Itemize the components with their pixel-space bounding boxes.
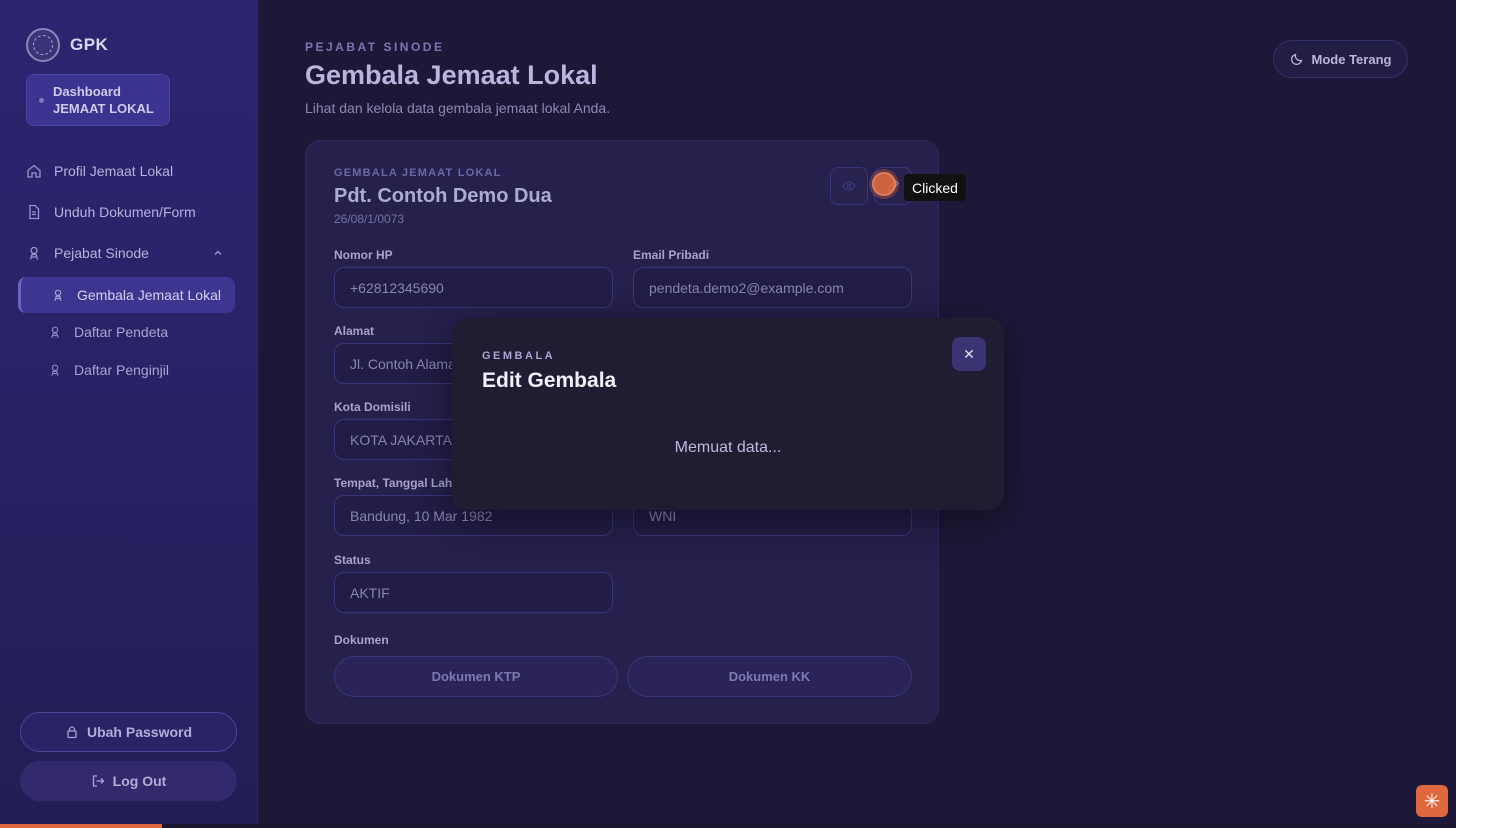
page-eyebrow: PEJABAT SINODE	[305, 40, 445, 54]
sidebar: GPK Dashboard JEMAAT LOKAL Profil Jemaat…	[0, 0, 258, 828]
progress-fill	[0, 824, 162, 828]
phone-field[interactable]: +62812345690	[334, 267, 613, 308]
document-icon	[29, 204, 40, 220]
logout-label: Log Out	[112, 773, 167, 789]
page-title: Gembala Jemaat Lokal	[305, 60, 598, 90]
view-button[interactable]	[830, 167, 868, 205]
doc-kk-button[interactable]: Dokumen KK	[627, 656, 912, 697]
logout-icon	[92, 775, 105, 787]
sidebar-subitem-gembala[interactable]: Gembala Jemaat Lokal	[18, 277, 235, 313]
moon-icon	[1290, 53, 1302, 66]
brand-name: GPK	[70, 35, 109, 54]
chevron-up-icon[interactable]	[212, 247, 224, 259]
user-badge-icon	[51, 326, 59, 338]
close-button[interactable]: ✕	[952, 337, 986, 371]
sidebar-item-label: Pejabat Sinode	[54, 245, 149, 261]
email-label: Email Pribadi	[633, 248, 710, 262]
sparkle-icon[interactable]: ✳	[1416, 785, 1448, 817]
status-label: Status	[334, 553, 371, 567]
logout-button[interactable]: Log Out	[20, 761, 237, 801]
app-viewport: GPK Dashboard JEMAAT LOKAL Profil Jemaat…	[0, 0, 1456, 828]
change-password-button[interactable]: Ubah Password	[20, 712, 237, 752]
theme-toggle-button[interactable]: Mode Terang	[1273, 40, 1408, 78]
close-icon: ✕	[963, 345, 975, 362]
sidebar-item-unduh[interactable]: Unduh Dokumen/Form	[26, 200, 196, 224]
documents-label: Dokumen	[334, 633, 389, 647]
gembala-code: 26/08/1/0073	[334, 212, 405, 226]
lock-icon	[67, 726, 77, 739]
modal-eyebrow: GEMBALA	[482, 350, 556, 362]
sidebar-subitem-label: Gembala Jemaat Lokal	[77, 287, 221, 303]
sidebar-subitem-pendeta[interactable]: Daftar Pendeta	[48, 321, 168, 343]
user-badge-icon	[51, 364, 59, 376]
loading-progress-bar	[0, 824, 1456, 828]
phone-label: Nomor HP	[334, 248, 393, 262]
user-badge-icon	[29, 246, 39, 260]
city-label: Kota Domisili	[334, 400, 411, 414]
dashboard-button[interactable]: Dashboard JEMAAT LOKAL	[26, 74, 170, 126]
sidebar-subitem-penginjil[interactable]: Daftar Penginjil	[48, 359, 169, 381]
sidebar-item-label: Profil Jemaat Lokal	[54, 163, 174, 179]
birth-label: Tempat, Tanggal Lahi	[334, 476, 456, 490]
dashboard-label: Dashboard	[53, 84, 121, 99]
sidebar-item-profil[interactable]: Profil Jemaat Lokal	[26, 159, 173, 183]
doc-ktp-button[interactable]: Dokumen KTP	[334, 656, 618, 697]
sidebar-subitem-label: Daftar Penginjil	[74, 362, 169, 378]
page-subtitle: Lihat dan kelola data gembala jemaat lok…	[305, 100, 611, 116]
address-label: Alamat	[334, 324, 375, 338]
edit-gembala-modal: GEMBALA Edit Gembala ✕ Memuat data...	[452, 318, 1004, 510]
brand[interactable]: GPK	[26, 28, 108, 62]
loading-text: Memuat data...	[674, 439, 782, 456]
status-field[interactable]: AKTIF	[334, 572, 613, 613]
sidebar-subitem-label: Daftar Pendeta	[74, 324, 169, 340]
email-field[interactable]: pendeta.demo2@example.com	[633, 267, 912, 308]
click-indicator	[872, 172, 896, 196]
user-badge-icon	[54, 289, 62, 301]
dot-icon	[39, 98, 44, 103]
gembala-name: Pdt. Contoh Demo Dua	[334, 185, 552, 207]
eye-icon	[842, 181, 856, 191]
card-eyebrow: GEMBALA JEMAAT LOKAL	[334, 167, 502, 179]
sidebar-item-label: Unduh Dokumen/Form	[54, 204, 196, 220]
change-password-label: Ubah Password	[86, 724, 193, 740]
theme-toggle-label: Mode Terang	[1311, 51, 1392, 67]
dashboard-sublabel: JEMAAT LOKAL	[53, 101, 154, 116]
modal-title: Edit Gembala	[482, 369, 617, 392]
click-label: Clicked	[904, 174, 966, 201]
home-icon	[27, 164, 41, 178]
sidebar-item-pejabat-sinode[interactable]: Pejabat Sinode	[26, 241, 149, 265]
brand-logo-icon	[26, 28, 60, 62]
